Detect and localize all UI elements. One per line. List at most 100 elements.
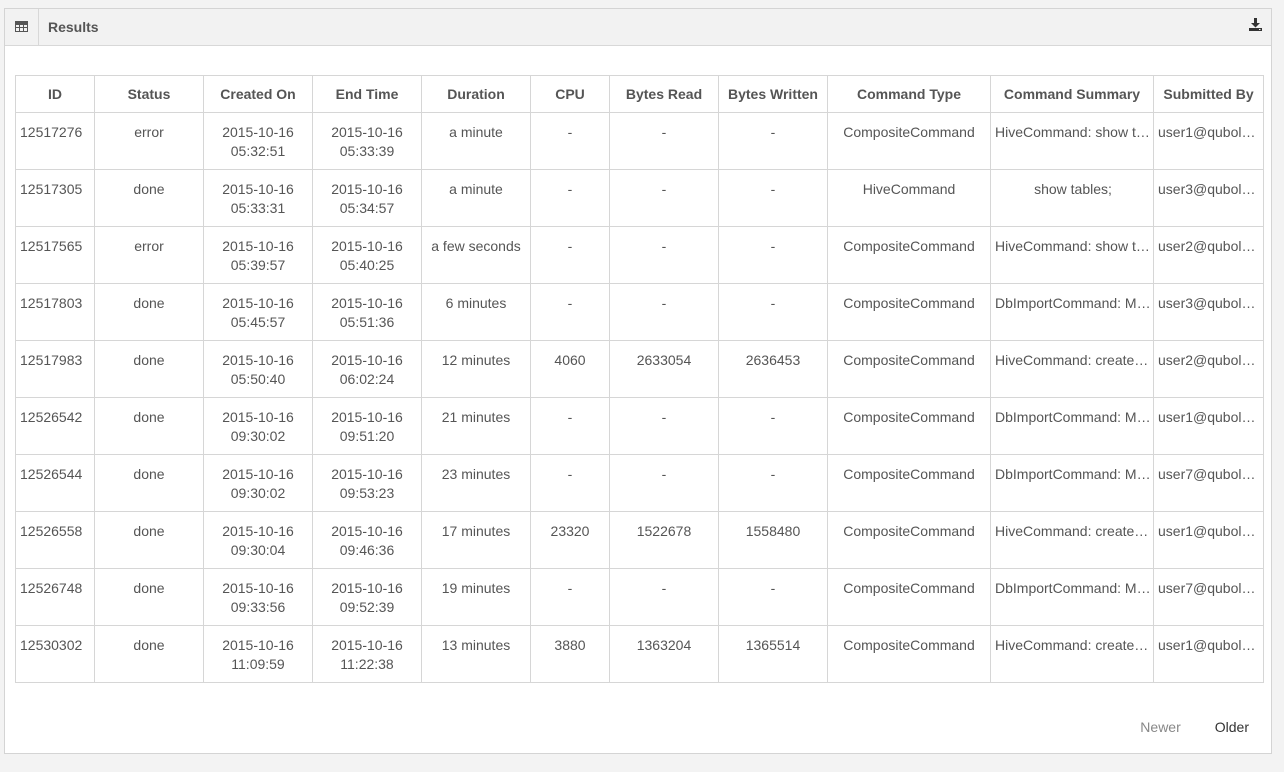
- cell-end-time: 2015-10-16 05:51:36: [312, 283, 422, 341]
- table-row[interactable]: 12526558 done 2015-10-16 09:30:04 2015-10-16…: [15, 511, 1264, 569]
- cell-end-time-date: 2015-10-16: [331, 352, 403, 368]
- cell-id: 12517305: [15, 169, 95, 227]
- cell-end-time-date: 2015-10-16: [331, 409, 403, 425]
- cell-id: 12530302: [15, 625, 95, 683]
- cell-created-on: 2015-10-16 09:30:04: [203, 511, 313, 569]
- cell-status: done: [94, 568, 204, 626]
- cell-cpu: -: [530, 454, 610, 512]
- cell-submitted-by: user1@qubole.com: [1153, 511, 1264, 569]
- cell-command-summary: HiveCommand: create table: [990, 625, 1154, 683]
- cell-command-summary: DbImportCommand: Mode 1: [990, 454, 1154, 512]
- cell-duration: 12 minutes: [421, 340, 531, 398]
- table-row[interactable]: 12517983 done 2015-10-16 05:50:40 2015-10-16…: [15, 340, 1264, 398]
- cell-created-on-date: 2015-10-16: [222, 466, 294, 482]
- cell-bytes-read: -: [609, 454, 719, 512]
- cell-bytes-read: -: [609, 283, 719, 341]
- cell-bytes-written: -: [718, 397, 828, 455]
- download-button[interactable]: [1247, 18, 1263, 34]
- cell-status: done: [94, 340, 204, 398]
- cell-cpu: -: [530, 169, 610, 227]
- column-created-on-header[interactable]: Created On: [203, 75, 313, 113]
- newer-button[interactable]: Newer: [1140, 719, 1180, 735]
- cell-id: 12517276: [15, 112, 95, 170]
- cell-command-summary: HiveCommand: show tables;: [990, 226, 1154, 284]
- cell-created-on: 2015-10-16 05:39:57: [203, 226, 313, 284]
- cell-command-type: CompositeCommand: [827, 568, 991, 626]
- cell-id: 12526558: [15, 511, 95, 569]
- column-submitted-by-header[interactable]: Submitted By: [1153, 75, 1264, 113]
- cell-created-on-time: 05:50:40: [230, 371, 286, 387]
- cell-created-on: 2015-10-16 05:33:31: [203, 169, 313, 227]
- cell-command-type: CompositeCommand: [827, 340, 991, 398]
- cell-created-on-time: 05:45:57: [230, 314, 286, 330]
- cell-bytes-written: -: [718, 226, 828, 284]
- cell-end-time-time: 09:46:36: [339, 542, 395, 558]
- cell-end-time-date: 2015-10-16: [331, 181, 403, 197]
- cell-end-time: 2015-10-16 11:22:38: [312, 625, 422, 683]
- cell-created-on-time: 09:30:02: [230, 428, 286, 444]
- column-bytes-written-header[interactable]: Bytes Written: [718, 75, 828, 113]
- cell-command-type: CompositeCommand: [827, 112, 991, 170]
- column-cpu-header[interactable]: CPU: [530, 75, 610, 113]
- cell-submitted-by: user2@qubole.com: [1153, 340, 1264, 398]
- table-row[interactable]: 12530302 done 2015-10-16 11:09:59 2015-10-16…: [15, 625, 1264, 683]
- cell-created-on-date: 2015-10-16: [222, 409, 294, 425]
- cell-id: 12526544: [15, 454, 95, 512]
- table-row[interactable]: 12517305 done 2015-10-16 05:33:31 2015-10-16…: [15, 169, 1264, 227]
- cell-command-type: HiveCommand: [827, 169, 991, 227]
- column-duration-header[interactable]: Duration: [421, 75, 531, 113]
- cell-created-on-time: 05:33:31: [230, 200, 286, 216]
- cell-command-summary: DbImportCommand: Mode 1: [990, 283, 1154, 341]
- cell-end-time: 2015-10-16 05:34:57: [312, 169, 422, 227]
- column-bytes-read-header[interactable]: Bytes Read: [609, 75, 719, 113]
- table-view-toggle[interactable]: [5, 9, 39, 45]
- cell-created-on-time: 05:32:51: [230, 143, 286, 159]
- cell-command-type: CompositeCommand: [827, 283, 991, 341]
- cell-created-on-date: 2015-10-16: [222, 580, 294, 596]
- table-row[interactable]: 12526542 done 2015-10-16 09:30:02 2015-10-16…: [15, 397, 1264, 455]
- cell-submitted-by: user7@qubole.com: [1153, 568, 1264, 626]
- cell-end-time: 2015-10-16 09:52:39: [312, 568, 422, 626]
- table-row[interactable]: 12517565 error 2015-10-16 05:39:57 2015-10-1…: [15, 226, 1264, 284]
- column-end-time-header[interactable]: End Time: [312, 75, 422, 113]
- cell-created-on-time: 11:09:59: [231, 656, 285, 672]
- cell-bytes-written: -: [718, 568, 828, 626]
- cell-command-type: CompositeCommand: [827, 625, 991, 683]
- cell-status: error: [94, 112, 204, 170]
- cell-bytes-written: -: [718, 169, 828, 227]
- cell-created-on-time: 09:33:56: [230, 599, 286, 615]
- cell-id: 12526748: [15, 568, 95, 626]
- cell-duration: a minute: [421, 112, 531, 170]
- column-id-header[interactable]: ID: [15, 75, 95, 113]
- cell-status: error: [94, 226, 204, 284]
- cell-bytes-written: -: [718, 454, 828, 512]
- cell-command-summary: HiveCommand: create table: [990, 340, 1154, 398]
- cell-created-on-date: 2015-10-16: [222, 181, 294, 197]
- cell-end-time-time: 09:51:20: [339, 428, 395, 444]
- cell-cpu: 23320: [530, 511, 610, 569]
- cell-created-on-date: 2015-10-16: [222, 637, 294, 653]
- cell-command-type: CompositeCommand: [827, 397, 991, 455]
- table-row[interactable]: 12526544 done 2015-10-16 09:30:02 2015-10-16…: [15, 454, 1264, 512]
- column-command-type-header[interactable]: Command Type: [827, 75, 991, 113]
- cell-submitted-by: user2@qubole.com: [1153, 226, 1264, 284]
- cell-submitted-by: user1@qubole.com: [1153, 397, 1264, 455]
- cell-duration: a minute: [421, 169, 531, 227]
- table-row[interactable]: 12517276 error 2015-10-16 05:32:51 2015-10-1…: [15, 112, 1264, 170]
- column-command-summary-header[interactable]: Command Summary: [990, 75, 1154, 113]
- cell-submitted-by: user3@qubole.com: [1153, 169, 1264, 227]
- cell-bytes-read: -: [609, 169, 719, 227]
- cell-id: 12517803: [15, 283, 95, 341]
- cell-cpu: -: [530, 568, 610, 626]
- download-icon: [1248, 18, 1262, 34]
- older-button[interactable]: Older: [1215, 719, 1249, 735]
- table-row[interactable]: 12526748 done 2015-10-16 09:33:56 2015-10-16…: [15, 568, 1264, 626]
- cell-bytes-read: 1363204: [609, 625, 719, 683]
- cell-end-time: 2015-10-16 05:33:39: [312, 112, 422, 170]
- column-status-header[interactable]: Status: [94, 75, 204, 113]
- table-row[interactable]: 12517803 done 2015-10-16 05:45:57 2015-10-16…: [15, 283, 1264, 341]
- cell-created-on-date: 2015-10-16: [222, 352, 294, 368]
- results-table: ID Status Created On End Time Duration CPU Byt…: [15, 75, 1264, 683]
- cell-submitted-by: user1@qubole.com: [1153, 112, 1264, 170]
- cell-end-time-time: 05:33:39: [339, 143, 395, 159]
